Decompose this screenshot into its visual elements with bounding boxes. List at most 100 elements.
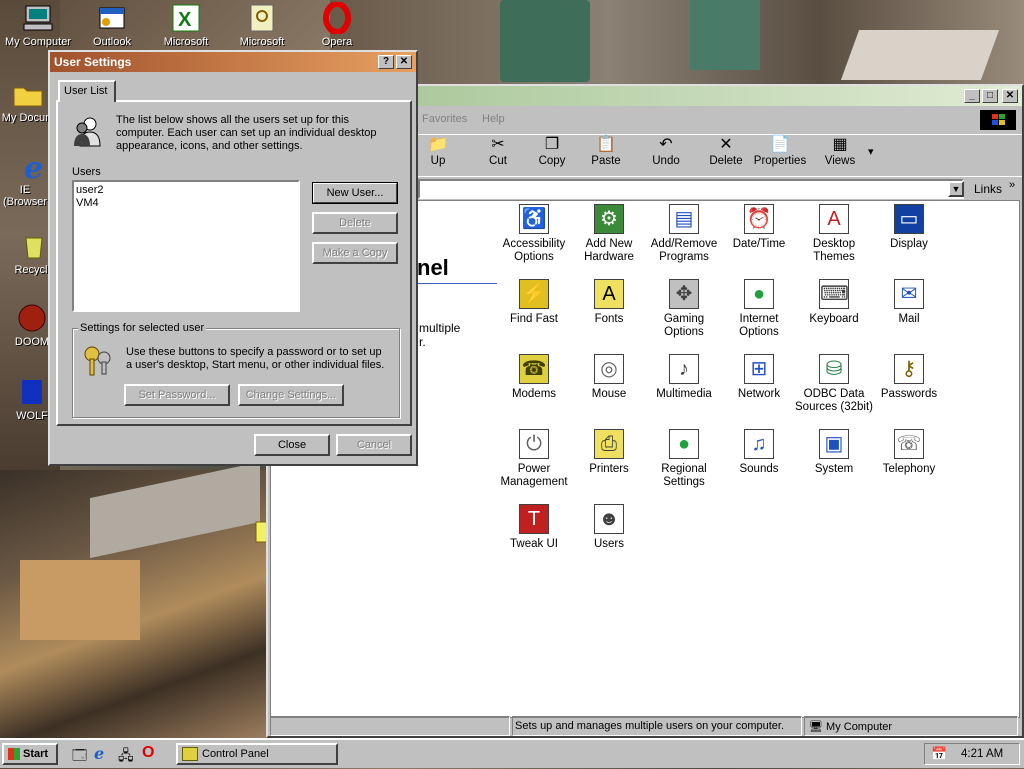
cp-item-multimedia[interactable]: ♪ Multimedia (644, 354, 724, 401)
toolbar-paste-button[interactable]: 📋 Paste (580, 135, 632, 167)
scheduler-icon[interactable]: 📅 (931, 746, 947, 762)
my-computer-icon: 🖥 (809, 721, 823, 733)
cp-item-odbc-data-sources-32bit[interactable]: ⛁ ODBC Data Sources (32bit) (794, 354, 874, 414)
users-listbox[interactable]: user2 VM4 (72, 180, 300, 312)
opera-icon (321, 1, 353, 35)
cp-item-label: Multimedia (656, 388, 712, 400)
modem-icon: ☎ (519, 354, 549, 384)
cp-item-system[interactable]: ▣ System (794, 429, 874, 476)
list-item[interactable]: VM4 (76, 197, 296, 210)
set-password-button[interactable]: Set Password... (124, 384, 230, 406)
delete-button[interactable]: Delete (312, 212, 398, 234)
dialog-title: User Settings (54, 55, 132, 69)
cp-item-power-management[interactable]: ⏻ Power Management (494, 429, 574, 489)
cp-item-telephony[interactable]: ☏ Telephony (869, 429, 949, 476)
cp-item-find-fast[interactable]: ⚡ Find Fast (494, 279, 574, 326)
paste-icon: 📋 (596, 136, 616, 153)
taskbar-control-panel[interactable]: Control Panel (176, 743, 338, 765)
cp-item-add-new-hardware[interactable]: ⚙ Add New Hardware (569, 204, 649, 264)
cp-item-date-time[interactable]: ⏰ Date/Time (719, 204, 799, 251)
cp-item-tweak-ui[interactable]: T Tweak UI (494, 504, 574, 551)
cp-item-keyboard[interactable]: ⌨ Keyboard (794, 279, 874, 326)
my-computer-icon (22, 2, 54, 34)
cp-item-sounds[interactable]: ♫ Sounds (719, 429, 799, 476)
start-button[interactable]: Start (2, 743, 58, 765)
recycle-bin-icon (18, 230, 50, 262)
cp-item-network[interactable]: ⊞ Network (719, 354, 799, 401)
desktop-icon-my-computer[interactable]: My Computer (2, 2, 74, 48)
scissors-icon: ✂ (491, 136, 505, 153)
views-dropdown-arrow[interactable]: ▾ (868, 145, 874, 158)
cp-item-display[interactable]: ▭ Display (869, 204, 949, 251)
maximize-button[interactable]: □ (982, 89, 998, 103)
status-text: Sets up and manages multiple users on yo… (512, 716, 802, 736)
cp-item-gaming-options[interactable]: ✥ Gaming Options (644, 279, 724, 339)
clock[interactable]: 4:21 AM (961, 748, 1003, 760)
toolbar-up-button[interactable]: 📁 Up (412, 135, 464, 167)
close-icon[interactable]: ✕ (396, 55, 412, 69)
links-chevron-icon[interactable]: » (1009, 179, 1015, 191)
toolbar-copy-button[interactable]: ❐ Copy (526, 135, 578, 167)
display-icon: ▭ (894, 204, 924, 234)
list-item[interactable]: user2 (76, 184, 296, 197)
find-fast-icon: ⚡ (519, 279, 549, 309)
toolbar-properties-button[interactable]: 📄 Properties (750, 135, 810, 167)
cp-item-label: Date/Time (732, 238, 786, 250)
status-location: 🖥 My Computer (804, 716, 1018, 736)
help-button[interactable]: ? (378, 55, 394, 69)
menu-favorites[interactable]: Favorites (422, 113, 467, 125)
channels-icon[interactable]: 🖧 (118, 745, 134, 769)
cancel-button[interactable]: Cancel (336, 434, 412, 456)
change-settings-button[interactable]: Change Settings... (238, 384, 344, 406)
opera-icon[interactable]: O (142, 744, 154, 762)
close-button[interactable]: ✕ (1002, 89, 1018, 103)
cp-item-mail[interactable]: ✉ Mail (869, 279, 949, 326)
undo-icon: ↶ (659, 136, 673, 153)
cp-item-label: Sounds (739, 463, 779, 475)
cp-item-label: Add New Hardware (584, 238, 634, 263)
cp-item-modems[interactable]: ☎ Modems (494, 354, 574, 401)
groupbox-label: Settings for selected user (78, 322, 207, 334)
links-label[interactable]: Links (974, 182, 1002, 196)
toolbar-undo-button[interactable]: ↶ Undo (640, 135, 692, 167)
cp-item-printers[interactable]: ⎙ Printers (569, 429, 649, 476)
cp-item-desktop-themes[interactable]: A Desktop Themes (794, 204, 874, 264)
internet-explorer-icon[interactable]: e (94, 744, 104, 763)
make-copy-button[interactable]: Make a Copy (312, 242, 398, 264)
toolbar-views-button[interactable]: ▦ Views (814, 135, 866, 167)
cp-item-users[interactable]: ☻ Users (569, 504, 649, 551)
close-button[interactable]: Close (254, 434, 330, 456)
keys-icon (82, 344, 114, 379)
cp-item-regional-settings[interactable]: ● Regional Settings (644, 429, 724, 489)
cp-item-internet-options[interactable]: ● Internet Options (719, 279, 799, 339)
address-input[interactable] (418, 179, 964, 199)
cp-item-label: Telephony (882, 463, 936, 475)
windows-flag-icon (8, 748, 20, 761)
menu-help[interactable]: Help (482, 113, 505, 125)
cp-item-fonts[interactable]: A Fonts (569, 279, 649, 326)
cp-item-label: Mouse (591, 388, 627, 400)
speaker-icon: ♫ (744, 429, 774, 459)
cp-item-add-remove-programs[interactable]: ▤ Add/Remove Programs (644, 204, 724, 264)
cp-item-label: Keyboard (809, 313, 859, 325)
taskbar: Start 🗔 e 🖧 O Control Panel 📅 4:21 AM (0, 738, 1024, 768)
address-dropdown-button[interactable]: ▼ (948, 181, 964, 197)
toolbar-cut-button[interactable]: ✂ Cut (472, 135, 524, 167)
cp-item-passwords[interactable]: ⚷ Passwords (869, 354, 949, 401)
desktop-icon-opera[interactable]: Opera (301, 1, 373, 48)
globe-icon: ● (669, 429, 699, 459)
desktop-icon-outlook[interactable]: Outlook (76, 2, 148, 48)
status-bar: Sets up and manages multiple users on yo… (268, 716, 1022, 736)
desktop-icon-microsoft[interactable]: Microsoft (226, 2, 298, 48)
desktop-icon-excel[interactable]: X Microsoft (150, 2, 222, 48)
tab-user-list[interactable]: User List (58, 80, 116, 102)
side-panel-text-2: r. (419, 335, 426, 349)
cp-item-accessibility-options[interactable]: ♿ Accessibility Options (494, 204, 574, 264)
cp-item-mouse[interactable]: ◎ Mouse (569, 354, 649, 401)
status-empty-pane (270, 716, 510, 736)
toolbar-delete-button[interactable]: ✕ Delete (700, 135, 752, 167)
desktop-show-icon[interactable]: 🗔 (72, 745, 87, 769)
minimize-button[interactable]: _ (964, 89, 980, 103)
mail-icon: ✉ (894, 279, 924, 309)
new-user-button[interactable]: New User... (312, 182, 398, 204)
